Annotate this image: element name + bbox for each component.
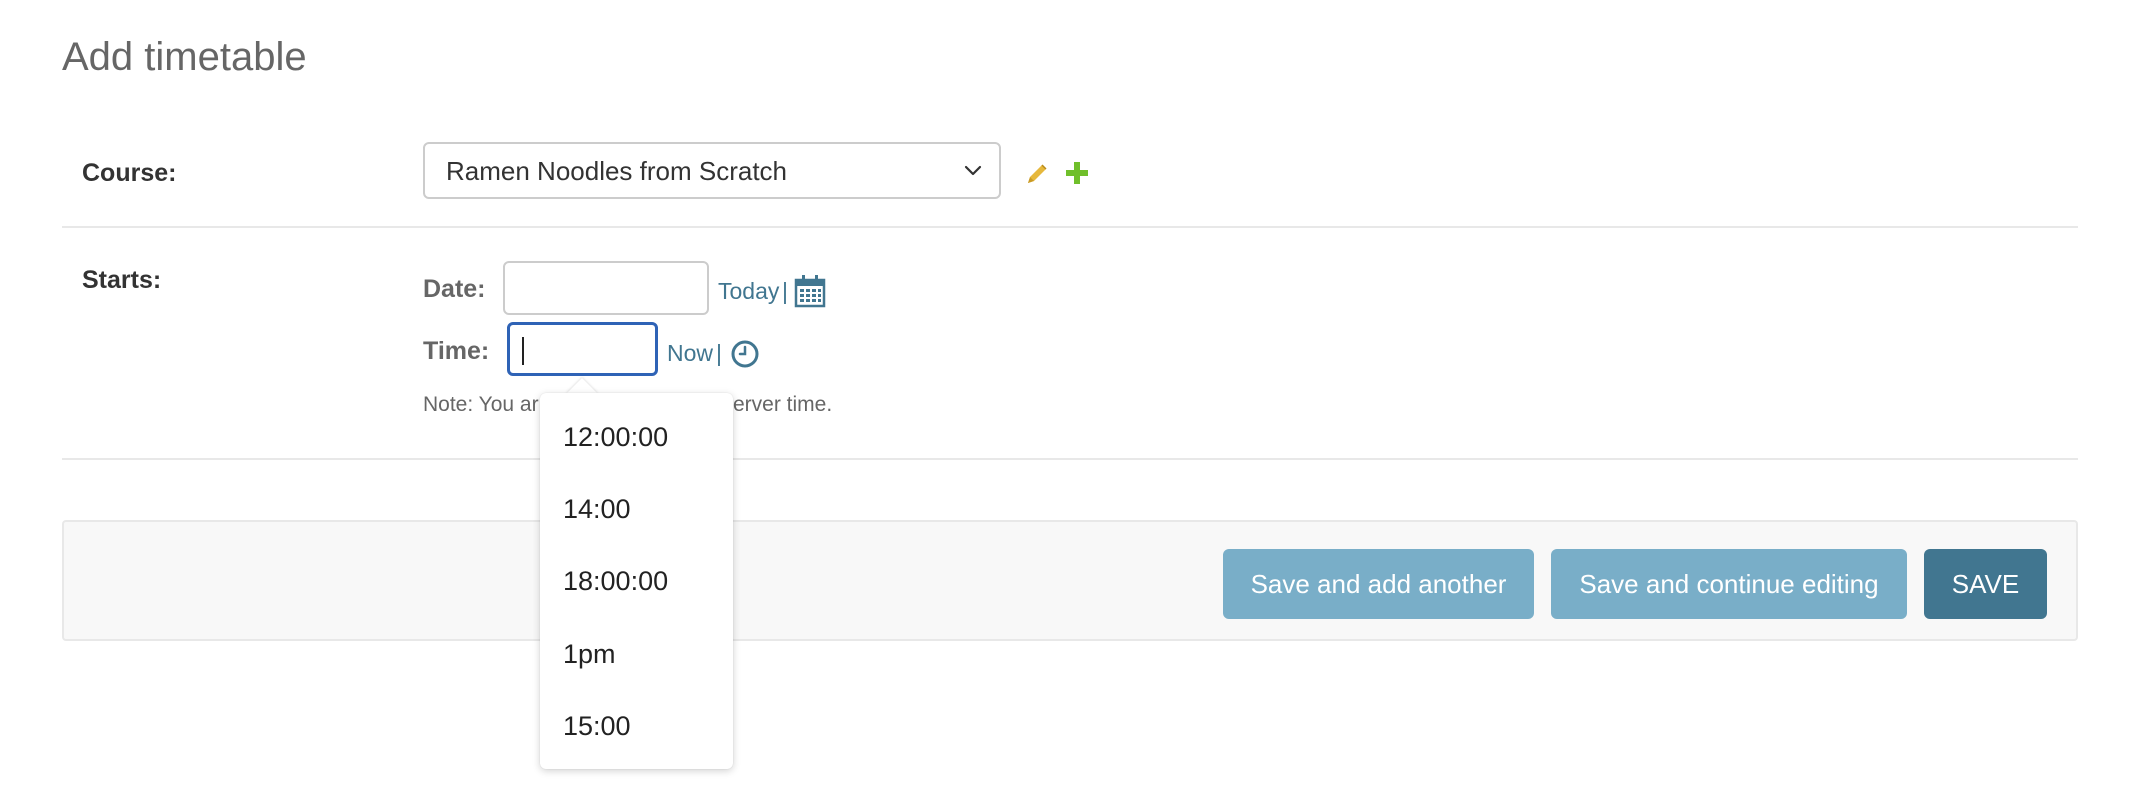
- calendar-icon[interactable]: [794, 274, 826, 308]
- divider-starts: [62, 458, 2078, 460]
- time-choice-item[interactable]: 14:00: [563, 492, 631, 526]
- course-select-value: Ramen Noodles from Scratch: [446, 156, 788, 186]
- date-separator: |: [782, 278, 788, 304]
- page-title: Add timetable: [62, 35, 307, 79]
- starts-label: Starts:: [82, 266, 162, 294]
- time-choice-item[interactable]: 18:00:00: [563, 564, 668, 598]
- page: Add timetable Course: Ramen Noodles from…: [0, 0, 2140, 812]
- now-link[interactable]: Now: [667, 338, 713, 368]
- save-and-continue-editing-button[interactable]: Save and continue editing: [1551, 549, 1907, 619]
- time-label: Time:: [423, 337, 490, 365]
- time-choice-item[interactable]: 15:00: [563, 709, 631, 743]
- chevron-down-icon: [964, 165, 982, 176]
- text-caret: [522, 337, 524, 365]
- clock-icon[interactable]: [730, 339, 760, 369]
- time-choices-popover: 12:00:00 14:00 18:00:00 1pm 15:00: [540, 393, 733, 769]
- timezone-note-tail: erver time.: [733, 393, 833, 416]
- timezone-note: Note: You ar: [423, 393, 539, 416]
- course-select[interactable]: Ramen Noodles from Scratch: [423, 142, 1001, 199]
- submit-row: Save and add another Save and continue e…: [62, 520, 2078, 641]
- time-choice-item[interactable]: 12:00:00: [563, 420, 668, 454]
- time-separator: |: [716, 340, 722, 366]
- pencil-icon[interactable]: [1022, 159, 1052, 189]
- time-choice-item[interactable]: 1pm: [563, 637, 616, 671]
- time-input[interactable]: [507, 322, 658, 376]
- time-popover-arrow: [566, 378, 598, 394]
- plus-icon[interactable]: [1062, 158, 1092, 188]
- date-label: Date:: [423, 275, 486, 303]
- today-link[interactable]: Today: [718, 276, 779, 306]
- save-and-add-another-button[interactable]: Save and add another: [1223, 549, 1534, 619]
- course-label: Course:: [82, 159, 177, 187]
- date-input[interactable]: [503, 261, 709, 315]
- save-button[interactable]: SAVE: [1924, 549, 2047, 619]
- divider-course: [62, 226, 2078, 228]
